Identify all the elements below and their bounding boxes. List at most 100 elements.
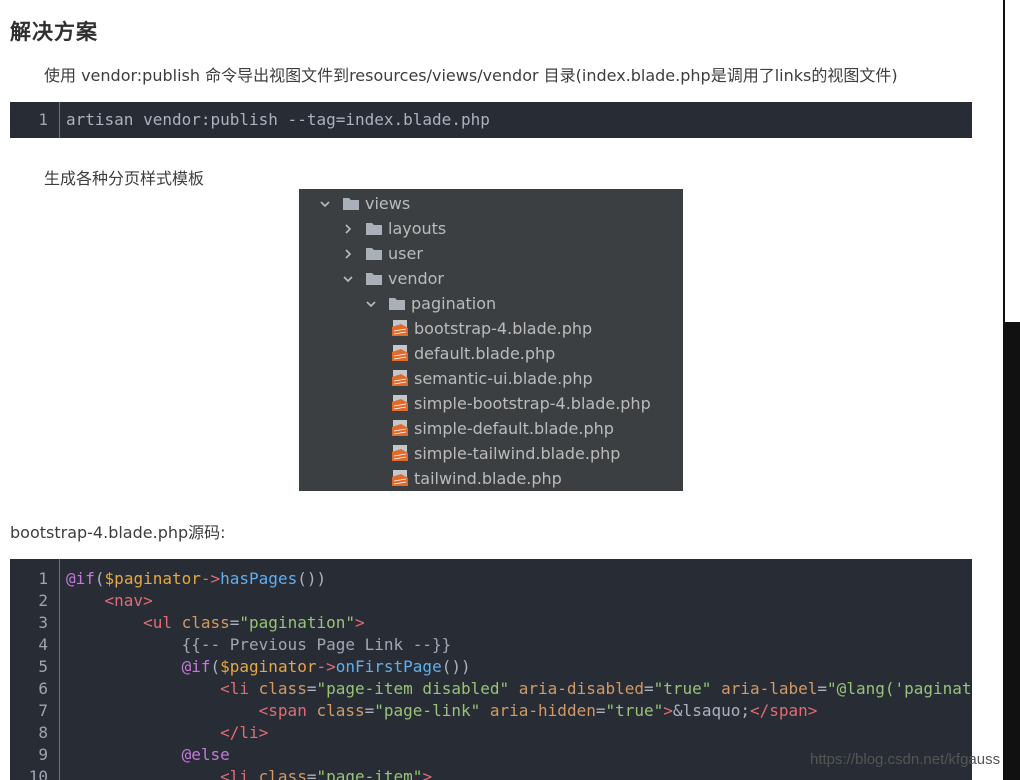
code-token: =: [644, 679, 654, 698]
line-number: 3: [38, 613, 48, 632]
code-text: @else: [66, 744, 230, 766]
command-code-block[interactable]: 1 artisan vendor:publish --tag=index.bla…: [10, 102, 972, 138]
blade-file-icon: [392, 320, 408, 336]
section-heading: 解决方案: [10, 20, 98, 44]
code-token: (: [94, 569, 105, 588]
tree-item-label: simple-bootstrap-4.blade.php: [414, 394, 651, 413]
chevron-right-icon[interactable]: [342, 223, 354, 235]
code-token: =: [229, 613, 240, 632]
line-number: 1: [38, 110, 48, 129]
line-number: 2: [38, 591, 48, 610]
generate-paragraph: 生成各种分页样式模板: [44, 169, 205, 188]
code-line: 1 @if($paginator->hasPages()): [10, 568, 972, 590]
code-token: =: [364, 701, 375, 720]
code-line: 1 artisan vendor:publish --tag=index.bla…: [10, 102, 972, 138]
blade-file-icon: [392, 420, 408, 436]
code-line: 10 <li class="page-item">: [10, 766, 972, 780]
code-token: >: [663, 701, 673, 720]
line-number: 1: [38, 569, 48, 588]
tree-item-vendor[interactable]: vendor: [299, 266, 683, 291]
watermark: https://blog.csdn.net/kfgauss: [810, 751, 1001, 768]
line-number: 8: [38, 723, 48, 742]
code-text: <nav>: [66, 590, 153, 612]
source-code-block[interactable]: 1 @if($paginator->hasPages()) 2 <nav> 3 <ul…: [10, 559, 972, 780]
code-text: {{-- Previous Page Link --}}: [66, 634, 452, 656]
code-token: "pagination": [239, 613, 355, 632]
tree-item-simple-bootstrap-4-blade-php[interactable]: simple-bootstrap-4.blade.php: [299, 391, 683, 416]
code-token: <ul: [143, 613, 182, 632]
tree-item-label: simple-default.blade.php: [414, 419, 614, 438]
intro-paragraph: 使用 vendor:publish 命令导出视图文件到resources/vie…: [44, 66, 898, 85]
code-line: 7 <span class="page-link" aria-hidden="t…: [10, 700, 972, 722]
tree-item-layouts[interactable]: layouts: [299, 216, 683, 241]
source-caption: bootstrap-4.blade.php源码:: [10, 523, 226, 542]
code-token: @else: [181, 745, 230, 764]
tree-item-label: views: [365, 194, 411, 213]
code-line: 4 {{-- Previous Page Link --}}: [10, 634, 972, 656]
tree-item-label: bootstrap-4.blade.php: [414, 319, 593, 338]
tree-item-pagination[interactable]: pagination: [299, 291, 683, 316]
code-token: $paginator: [104, 569, 201, 588]
code-text: <li class = "page-item disabled" aria-disa…: [66, 678, 972, 700]
blade-file-icon: [392, 445, 408, 461]
tree-item-label: tailwind.blade.php: [414, 469, 562, 488]
blade-file-icon: [392, 395, 408, 411]
code-token: aria-hidden: [489, 701, 596, 720]
code-token: (: [210, 657, 221, 676]
code-token: hasPages: [220, 569, 298, 588]
tree-item-bootstrap-4-blade-php[interactable]: bootstrap-4.blade.php: [299, 316, 683, 341]
code-token: onFirstPage: [335, 657, 442, 676]
chevron-down-icon[interactable]: [365, 298, 377, 310]
code-text: <ul class="pagination">: [66, 612, 365, 634]
code-token: "true": [605, 701, 664, 720]
code-token: aria-label: [721, 679, 818, 698]
chevron-down-icon[interactable]: [342, 273, 354, 285]
code-token: =: [817, 679, 828, 698]
code-token: class: [258, 679, 307, 698]
tree-item-label: semantic-ui.blade.php: [414, 369, 593, 388]
folder-icon: [366, 248, 382, 260]
chevron-right-icon[interactable]: [342, 248, 354, 260]
tree-item-views[interactable]: views: [299, 191, 683, 216]
gutter-divider: [59, 102, 60, 138]
tree-item-user[interactable]: user: [299, 241, 683, 266]
code-token: $paginator: [220, 657, 317, 676]
code-token: &lsaquo;: [672, 701, 750, 720]
code-token: "page-item disabled": [316, 679, 510, 698]
tree-item-default-blade-php[interactable]: default.blade.php: [299, 341, 683, 366]
tree-item-tailwind-blade-php[interactable]: tailwind.blade.php: [299, 466, 683, 491]
code-token: class: [316, 701, 365, 720]
tree-item-simple-tailwind-blade-php[interactable]: simple-tailwind.blade.php: [299, 441, 683, 466]
blade-file-icon: [392, 345, 408, 361]
tree-item-semantic-ui-blade-php[interactable]: semantic-ui.blade.php: [299, 366, 683, 391]
code-token: </span>: [749, 701, 818, 720]
tree-item-label: simple-tailwind.blade.php: [414, 444, 621, 463]
code-token: >: [422, 767, 433, 780]
code-line: 2 <nav>: [10, 590, 972, 612]
code-token: <nav>: [104, 591, 153, 610]
code-token: @if: [66, 569, 95, 588]
tree-item-simple-default-blade-php[interactable]: simple-default.blade.php: [299, 416, 683, 441]
code-text: <span class="page-link" aria-hidden="tru…: [66, 700, 818, 722]
line-number: 10: [28, 767, 48, 780]
code-token: <li: [220, 767, 259, 780]
code-token: ()): [441, 657, 471, 676]
file-tree-screenshot: views layouts user vendor pagination bootstra…: [299, 189, 683, 491]
blade-file-icon: [392, 470, 408, 486]
line-number: 9: [38, 745, 48, 764]
code-line: 3 <ul class="pagination">: [10, 612, 972, 634]
code-token: class: [258, 767, 307, 780]
code-text: @if($paginator->hasPages()): [66, 568, 326, 590]
blade-file-icon: [392, 370, 408, 386]
code-token: ->: [316, 657, 336, 676]
chevron-down-icon[interactable]: [319, 198, 331, 210]
code-line: 6 <li class = "page-item disabled" aria-di…: [10, 678, 972, 700]
code-token: </li>: [220, 723, 269, 742]
code-line: 5 @if($paginator->onFirstPage()): [10, 656, 972, 678]
